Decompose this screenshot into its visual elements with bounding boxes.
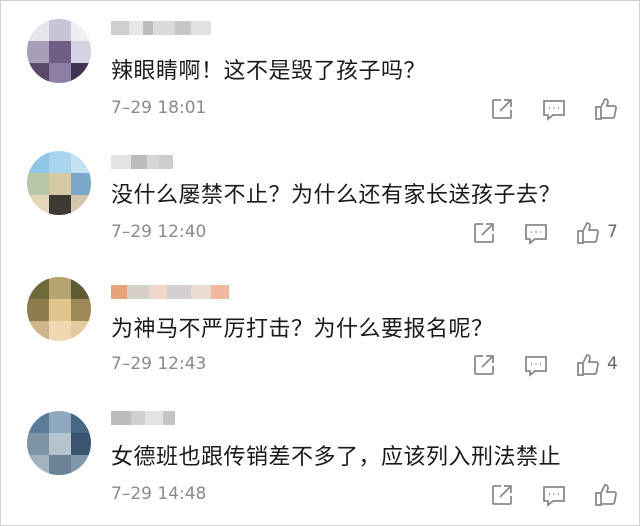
avatar[interactable] bbox=[27, 151, 91, 215]
share-icon[interactable] bbox=[471, 352, 497, 378]
comment-item: 没什么屡禁不止？为什么还有家长送孩子去？ 7–29 12:40 7 bbox=[1, 131, 640, 261]
username-blurred[interactable] bbox=[111, 285, 229, 299]
comment-time: 7–29 12:43 bbox=[111, 354, 207, 374]
username-blurred[interactable] bbox=[111, 411, 175, 425]
comment-text: 为神马不严厉打击？为什么要报名呢？ bbox=[111, 317, 494, 342]
avatar[interactable] bbox=[27, 411, 91, 475]
reply-icon[interactable] bbox=[541, 96, 567, 122]
comment-time: 7–29 14:48 bbox=[111, 484, 207, 504]
comment-item: 辣眼睛啊！这不是毁了孩子吗？ 7–29 18:01 bbox=[1, 1, 640, 131]
like-count: 4 bbox=[607, 354, 618, 374]
share-icon[interactable] bbox=[489, 482, 515, 508]
reply-icon[interactable] bbox=[541, 482, 567, 508]
comment-text: 女德班也跟传销差不多了，应该列入刑法禁止 bbox=[111, 445, 562, 470]
like-icon[interactable] bbox=[593, 96, 619, 122]
like-count: 7 bbox=[607, 222, 618, 242]
share-icon[interactable] bbox=[471, 220, 497, 246]
comment-item: 为神马不严厉打击？为什么要报名呢？ 7–29 12:43 4 bbox=[1, 263, 640, 393]
comment-item: 女德班也跟传销差不多了，应该列入刑法禁止 7–29 14:48 bbox=[1, 395, 640, 525]
avatar[interactable] bbox=[27, 19, 91, 83]
reply-icon[interactable] bbox=[523, 352, 549, 378]
share-icon[interactable] bbox=[489, 96, 515, 122]
username-blurred[interactable] bbox=[111, 155, 173, 169]
username-blurred[interactable] bbox=[111, 21, 211, 35]
avatar[interactable] bbox=[27, 277, 91, 341]
like-icon[interactable] bbox=[575, 352, 601, 378]
comment-list: 辣眼睛啊！这不是毁了孩子吗？ 7–29 18:01 没什么屡禁不止？为什么还有家… bbox=[0, 0, 640, 526]
like-icon[interactable] bbox=[593, 482, 619, 508]
comment-time: 7–29 18:01 bbox=[111, 98, 207, 118]
comment-time: 7–29 12:40 bbox=[111, 222, 207, 242]
like-icon[interactable] bbox=[575, 220, 601, 246]
reply-icon[interactable] bbox=[523, 220, 549, 246]
comment-text: 辣眼睛啊！这不是毁了孩子吗？ bbox=[111, 59, 427, 84]
comment-text: 没什么屡禁不止？为什么还有家长送孩子去？ bbox=[111, 183, 562, 208]
